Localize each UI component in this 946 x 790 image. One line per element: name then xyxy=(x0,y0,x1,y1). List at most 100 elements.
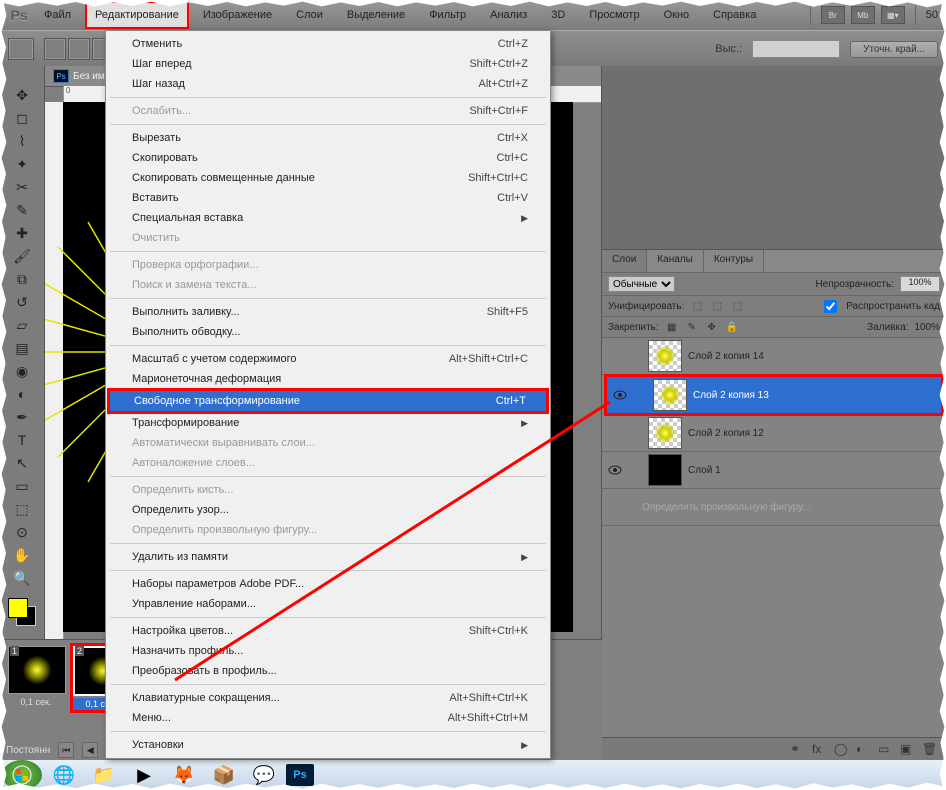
menu-item-меню-[interactable]: Меню...Alt+Shift+Ctrl+M xyxy=(108,708,548,728)
gradient-tool[interactable]: ▤ xyxy=(11,337,33,359)
visibility-toggle[interactable] xyxy=(602,465,628,475)
menu-item-удалить-из-памяти[interactable]: Удалить из памяти▶ xyxy=(108,547,548,567)
menu-item-преобразовать-в-профиль-[interactable]: Преобразовать в профиль... xyxy=(108,661,548,681)
path-tool[interactable]: ↖ xyxy=(11,452,33,474)
stamp-tool[interactable]: ⧉ xyxy=(11,268,33,290)
3d-cam-tool[interactable]: ⊙ xyxy=(11,521,33,543)
menu-item-выполнить-заливку-[interactable]: Выполнить заливку...Shift+F5 xyxy=(108,302,548,322)
menu-item-марионеточная-деформация[interactable]: Марионеточная деформация xyxy=(108,369,548,389)
qip-icon[interactable]: 💬 xyxy=(246,762,282,788)
new-layer-icon[interactable]: ▣ xyxy=(900,742,916,756)
menu-item-шаг-назад[interactable]: Шаг назадAlt+Ctrl+Z xyxy=(108,74,548,94)
foreground-color[interactable] xyxy=(8,598,28,618)
tab-paths[interactable]: Контуры xyxy=(704,250,764,272)
menu-item-настройка-цветов-[interactable]: Настройка цветов...Shift+Ctrl+K xyxy=(108,621,548,641)
layer-row[interactable]: Слой 2 копия 13 xyxy=(604,374,944,416)
screen-mode-button[interactable]: ▦▾ xyxy=(881,6,905,24)
winrar-icon[interactable]: 📦 xyxy=(206,762,242,788)
unify-vis-icon[interactable]: ⬚ xyxy=(710,299,724,313)
layer-name[interactable]: Слой 1 xyxy=(688,465,721,476)
menu-item-скопировать[interactable]: СкопироватьCtrl+C xyxy=(108,148,548,168)
unify-pos-icon[interactable]: ⬚ xyxy=(690,299,704,313)
propagate-checkbox[interactable] xyxy=(824,300,837,313)
menu-item-назначить-профиль-[interactable]: Назначить профиль... xyxy=(108,641,548,661)
move-tool[interactable]: ✥ xyxy=(11,84,33,106)
menu-item-специальная-вставка[interactable]: Специальная вставка▶ xyxy=(108,208,548,228)
height-input[interactable] xyxy=(752,40,840,58)
lock-paint-icon[interactable]: ✎ xyxy=(685,320,699,334)
menu-item-шаг-вперед[interactable]: Шаг впередShift+Ctrl+Z xyxy=(108,54,548,74)
history-brush-tool[interactable]: ↺ xyxy=(11,291,33,313)
lock-move-icon[interactable]: ✥ xyxy=(705,320,719,334)
menu-item-свободное-трансформирование[interactable]: Свободное трансформированиеCtrl+T xyxy=(107,388,549,414)
menu-item-наборы-параметров-adobe-pdf-[interactable]: Наборы параметров Adobe PDF... xyxy=(108,574,548,594)
animation-frame[interactable]: 10,1 сек. xyxy=(8,646,64,710)
fill-value[interactable]: 100% xyxy=(914,322,940,333)
layer-name[interactable]: Слой 2 копия 12 xyxy=(688,428,764,439)
heal-tool[interactable]: ✚ xyxy=(11,222,33,244)
crop-tool[interactable]: ✂ xyxy=(11,176,33,198)
visibility-toggle[interactable] xyxy=(607,390,633,400)
frame-delay[interactable]: 0,1 сек. xyxy=(8,696,64,708)
menu-item-скопировать-совмещенные-данные[interactable]: Скопировать совмещенные данныеShift+Ctrl… xyxy=(108,168,548,188)
layer-row[interactable]: Определить произвольную фигуру... xyxy=(602,489,946,526)
refine-edge-button[interactable]: Уточн. край... xyxy=(850,41,938,58)
prev-frame-icon[interactable]: ◀ xyxy=(82,742,98,758)
layer-row[interactable]: Слой 1 xyxy=(602,452,946,489)
lasso-tool[interactable]: ⌇ xyxy=(11,130,33,152)
menu-select[interactable]: Выделение xyxy=(337,1,415,29)
pen-tool[interactable]: ✒ xyxy=(11,406,33,428)
layer-name[interactable]: Слой 2 копия 14 xyxy=(688,351,764,362)
menu-item-установки[interactable]: Установки▶ xyxy=(108,735,548,755)
explorer-icon[interactable]: 📁 xyxy=(86,762,122,788)
blur-tool[interactable]: ◉ xyxy=(11,360,33,382)
tab-channels[interactable]: Каналы xyxy=(647,250,704,272)
layer-name[interactable]: Определить произвольную фигуру... xyxy=(642,502,810,513)
menu-item-клавиатурные-сокращения-[interactable]: Клавиатурные сокращения...Alt+Shift+Ctrl… xyxy=(108,688,548,708)
group-icon[interactable]: ▭ xyxy=(878,742,894,756)
marquee-tool[interactable]: ◻ xyxy=(11,107,33,129)
menu-item-вставить[interactable]: ВставитьCtrl+V xyxy=(108,188,548,208)
menu-item-выполнить-обводку-[interactable]: Выполнить обводку... xyxy=(108,322,548,342)
menu-item-управление-наборами-[interactable]: Управление наборами... xyxy=(108,594,548,614)
fx-icon[interactable]: fx xyxy=(812,742,828,756)
first-frame-icon[interactable]: ⏮ xyxy=(58,742,74,758)
layer-row[interactable]: Слой 2 копия 12 xyxy=(602,415,946,452)
type-tool[interactable]: T xyxy=(11,429,33,451)
layer-row[interactable]: Слой 2 копия 14 xyxy=(602,338,946,375)
eyedropper-tool[interactable]: ✎ xyxy=(11,199,33,221)
photoshop-taskbar-icon[interactable]: Ps xyxy=(286,764,314,786)
wand-tool[interactable]: ✦ xyxy=(11,153,33,175)
3d-tool[interactable]: ⬚ xyxy=(11,498,33,520)
unify-style-icon[interactable]: ⬚ xyxy=(730,299,744,313)
trash-icon[interactable]: 🗑 xyxy=(922,742,938,756)
color-swatches[interactable] xyxy=(8,598,36,626)
menu-item-вырезать[interactable]: ВырезатьCtrl+X xyxy=(108,128,548,148)
mask-icon[interactable]: ◯ xyxy=(834,742,850,756)
tool-preset-icon[interactable] xyxy=(8,38,34,60)
layer-thumbnail[interactable] xyxy=(648,454,682,486)
blend-mode-select[interactable]: Обычные xyxy=(608,276,675,292)
menu-item-масштаб-с-учетом-содержимого[interactable]: Масштаб с учетом содержимогоAlt+Shift+Ct… xyxy=(108,349,548,369)
loop-mode[interactable]: Постоянн xyxy=(6,745,50,756)
eraser-tool[interactable]: ▱ xyxy=(11,314,33,336)
layer-thumbnail[interactable] xyxy=(648,340,682,372)
marquee-new-icon[interactable] xyxy=(44,38,66,60)
marquee-add-icon[interactable] xyxy=(68,38,90,60)
brush-tool[interactable]: 🖌 xyxy=(11,245,33,267)
shape-tool[interactable]: ▭ xyxy=(11,475,33,497)
menu-item-трансформирование[interactable]: Трансформирование▶ xyxy=(108,413,548,433)
layer-thumbnail[interactable] xyxy=(653,379,687,411)
bridge-button[interactable]: Br xyxy=(821,6,845,24)
zoom-tool[interactable]: 🔍 xyxy=(11,567,33,589)
ie-icon[interactable]: 🌐 xyxy=(46,762,82,788)
tab-layers[interactable]: Слои xyxy=(602,250,647,272)
adjust-icon[interactable]: ◐ xyxy=(856,742,872,756)
menu-item-определить-узор-[interactable]: Определить узор... xyxy=(108,500,548,520)
link-layers-icon[interactable]: ⚭ xyxy=(790,742,806,756)
dodge-tool[interactable]: ◐ xyxy=(11,383,33,405)
hand-tool[interactable]: ✋ xyxy=(11,544,33,566)
layer-thumbnail[interactable] xyxy=(648,417,682,449)
menu-filter[interactable]: Фильтр xyxy=(419,1,476,29)
layer-name[interactable]: Слой 2 копия 13 xyxy=(693,390,769,401)
